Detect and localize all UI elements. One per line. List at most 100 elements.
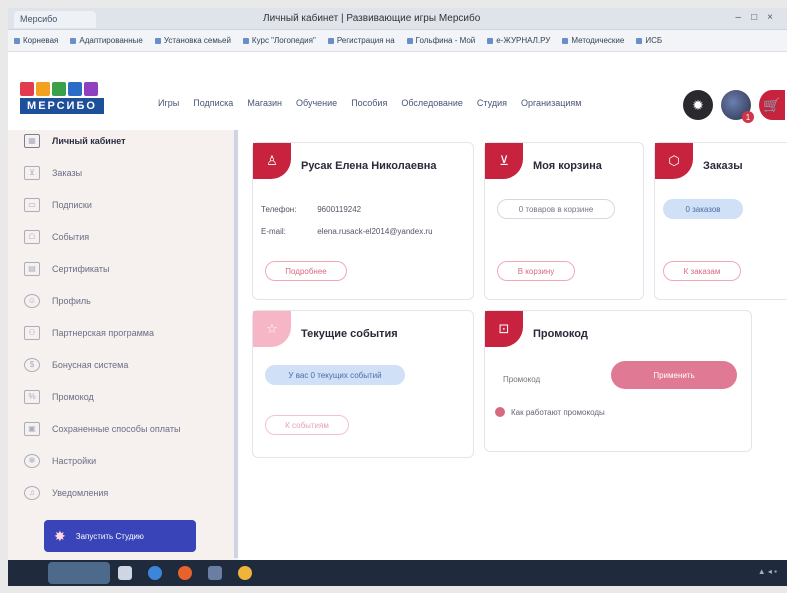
partners-icon: ⚇ bbox=[24, 326, 40, 340]
promo-icon: ⊡ bbox=[498, 321, 510, 336]
file-explorer-icon[interactable] bbox=[118, 566, 132, 580]
system-tray[interactable]: ▲ ◂ ▪ bbox=[758, 567, 777, 576]
nav-item-studio[interactable]: Студия bbox=[477, 98, 507, 108]
bookmark[interactable]: Методические bbox=[562, 36, 624, 45]
wallet-icon: ▣ bbox=[24, 422, 40, 436]
sidebar-item-label: Заказы bbox=[52, 168, 83, 178]
sidebar-item-certificates[interactable]: ▤ Сертификаты bbox=[24, 258, 109, 280]
profile-details-button[interactable]: Подробнее bbox=[265, 261, 347, 281]
profile-name: Русак Елена Николаевна bbox=[301, 160, 437, 172]
star-icon: ✸ bbox=[54, 527, 66, 544]
user-icon: ☺ bbox=[24, 294, 40, 308]
bell-icon: ♫ bbox=[24, 486, 40, 500]
sidebar-item-label: Сохраненные способы оплаты bbox=[52, 424, 181, 434]
bookmark[interactable]: Регистрация на bbox=[327, 36, 395, 45]
browser-tab[interactable]: Мерсибо bbox=[14, 11, 96, 28]
sidebar: ▦ Личный кабинет ⊻ Заказы ▭ Подписки ☖ С… bbox=[8, 130, 238, 560]
grid-icon: ▦ bbox=[24, 134, 40, 148]
site-header: МЕРСИБО Игры Подписка Магазин Обучение П… bbox=[8, 52, 787, 138]
card-icon: ▭ bbox=[24, 198, 40, 212]
logo-squares bbox=[20, 82, 112, 96]
sidebar-scrollbar[interactable] bbox=[234, 130, 238, 558]
minimize-button[interactable]: – bbox=[736, 12, 742, 23]
email-row: E-mail: elena.rusack-el2014@yandex.ru bbox=[261, 227, 433, 236]
os-taskbar: ▲ ◂ ▪ bbox=[8, 560, 787, 586]
nav-item-learning[interactable]: Обучение bbox=[296, 98, 337, 108]
bookmark-label: Гольфина - Мой bbox=[415, 36, 476, 45]
bookmark[interactable]: Курс "Логопедия" bbox=[242, 36, 316, 45]
go-to-orders-button[interactable]: К заказам bbox=[663, 261, 741, 281]
promo-help-link[interactable]: Как работают промокоды bbox=[495, 407, 605, 417]
bookmark[interactable]: Корневая bbox=[14, 36, 58, 45]
bookmark-label: Курс "Логопедия" bbox=[251, 36, 316, 45]
sidebar-item-label: Партнерская программа bbox=[52, 328, 154, 338]
browser-icon[interactable] bbox=[148, 566, 162, 580]
maximize-button[interactable]: □ bbox=[751, 12, 757, 23]
sidebar-item-label: Сертификаты bbox=[52, 264, 110, 274]
start-button[interactable] bbox=[48, 562, 110, 584]
box-icon: ⬡ bbox=[668, 153, 680, 168]
go-to-cart-button[interactable]: В корзину bbox=[497, 261, 575, 281]
bookmark-icon bbox=[154, 37, 161, 44]
profile-card: ♙ Русак Елена Николаевна Телефон: 960011… bbox=[252, 142, 474, 300]
sidebar-item-events[interactable]: ☖ События bbox=[24, 226, 89, 248]
nav-item-organizations[interactable]: Организациям bbox=[521, 98, 581, 108]
nav-item-shop[interactable]: Магазин bbox=[247, 98, 282, 108]
sidebar-item-settings[interactable]: ✻ Настройки bbox=[24, 450, 96, 472]
cart-button[interactable]: 🛒 bbox=[759, 90, 785, 120]
user-icon: ♙ bbox=[266, 153, 278, 168]
nav-item-subscription[interactable]: Подписка bbox=[193, 98, 233, 108]
sidebar-item-subscriptions[interactable]: ▭ Подписки bbox=[24, 194, 92, 216]
basket-icon: ⊻ bbox=[499, 153, 509, 168]
events-title: Текущие события bbox=[301, 328, 398, 340]
bookmark-icon bbox=[327, 37, 334, 44]
sidebar-item-promo[interactable]: % Промокод bbox=[24, 386, 94, 408]
settings-button[interactable]: ✹ bbox=[683, 90, 713, 120]
bookmark-icon bbox=[70, 37, 77, 44]
sidebar-item-profile[interactable]: ☺ Профиль bbox=[24, 290, 91, 312]
bookmark-label: Корневая bbox=[23, 36, 59, 45]
events-status: У вас 0 текущих событий bbox=[265, 365, 405, 385]
bookmark[interactable]: ИСБ bbox=[636, 36, 662, 45]
nav-item-assessment[interactable]: Обследование bbox=[401, 98, 463, 108]
cart-icon: ⊻ bbox=[24, 166, 40, 180]
go-to-events-button[interactable]: К событиям bbox=[265, 415, 349, 435]
close-button[interactable]: × bbox=[767, 12, 773, 23]
sidebar-item-orders[interactable]: ⊻ Заказы bbox=[24, 162, 82, 184]
bonus-icon: $ bbox=[24, 358, 40, 372]
sidebar-item-label: Промокод bbox=[52, 392, 94, 402]
orders-status: 0 заказов bbox=[663, 199, 743, 219]
sidebar-item-partners[interactable]: ⚇ Партнерская программа bbox=[24, 322, 154, 344]
promo-code-input[interactable] bbox=[503, 369, 603, 389]
app-icon[interactable] bbox=[208, 566, 222, 580]
sidebar-item-bonus[interactable]: $ Бонусная система bbox=[24, 354, 128, 376]
avatar[interactable]: 1 bbox=[721, 90, 754, 123]
bookmark[interactable]: Гольфина - Мой bbox=[406, 36, 476, 45]
sidebar-item-notifications[interactable]: ♫ Уведомления bbox=[24, 482, 108, 504]
phone-row: Телефон: 9600119242 bbox=[261, 205, 361, 214]
bookmark[interactable]: Адаптированные bbox=[70, 36, 143, 45]
nav-item-materials[interactable]: Пособия bbox=[351, 98, 387, 108]
orders-title: Заказы bbox=[703, 160, 743, 172]
bookmark[interactable]: Установка семьей bbox=[154, 36, 231, 45]
ticket-icon: ☖ bbox=[24, 230, 40, 244]
apply-promo-button[interactable]: Применить bbox=[611, 361, 737, 389]
sidebar-item-label: Бонусная система bbox=[52, 360, 129, 370]
sidebar-item-label: События bbox=[52, 232, 90, 242]
site-logo[interactable]: МЕРСИБО bbox=[20, 82, 112, 116]
star-icon: ☆ bbox=[266, 321, 278, 336]
sidebar-item-payment-methods[interactable]: ▣ Сохраненные способы оплаты bbox=[24, 418, 180, 440]
card-badge: ⊻ bbox=[485, 143, 523, 179]
promo-title: Промокод bbox=[533, 328, 588, 340]
bookmark[interactable]: e-ЖУРНАЛ.РУ bbox=[487, 36, 550, 45]
nav-item-games[interactable]: Игры bbox=[158, 98, 179, 108]
app-icon[interactable] bbox=[238, 566, 252, 580]
yandex-browser-icon[interactable] bbox=[178, 566, 192, 580]
launch-studio-button[interactable]: ✸ Запустить Студию bbox=[44, 520, 196, 552]
cart-status: 0 товаров в корзине bbox=[497, 199, 615, 219]
phone-label: Телефон: bbox=[261, 205, 297, 214]
sidebar-item-label: Профиль bbox=[52, 296, 91, 306]
gear-icon: ✻ bbox=[24, 454, 40, 468]
bookmark-label: Регистрация на bbox=[336, 36, 395, 45]
sidebar-item-dashboard[interactable]: ▦ Личный кабинет bbox=[24, 130, 126, 152]
